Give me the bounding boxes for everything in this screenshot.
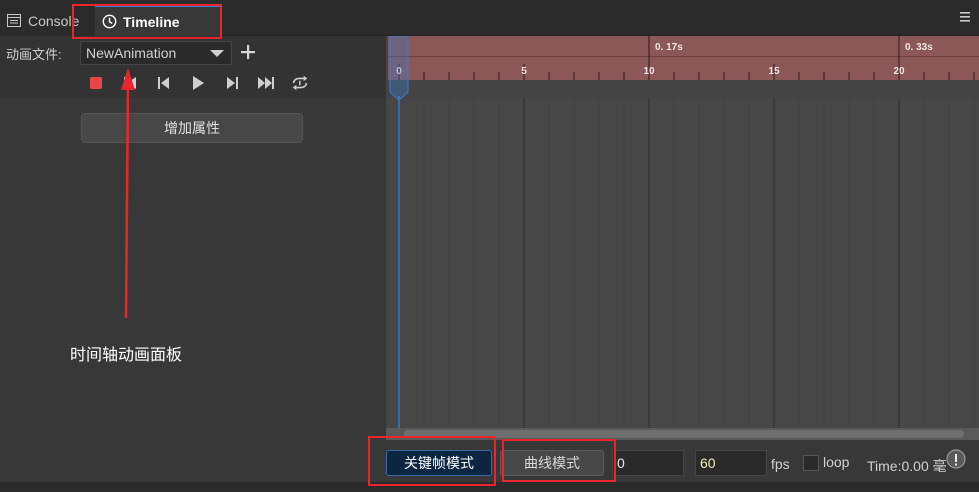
- annotation-label: 时间轴动画面板: [70, 347, 183, 364]
- loop-icon: [292, 75, 308, 91]
- add-animation-button[interactable]: [238, 42, 258, 62]
- record-button[interactable]: [86, 73, 106, 93]
- loop-label: loop: [823, 454, 850, 470]
- record-icon: [90, 77, 102, 89]
- previous-frame-button[interactable]: [154, 73, 174, 93]
- console-icon: [6, 13, 22, 29]
- animation-file-value: NewAnimation: [86, 45, 177, 61]
- animation-file-select[interactable]: NewAnimation: [80, 41, 232, 65]
- playhead-handle: [389, 36, 409, 101]
- next-frame-icon: [227, 77, 238, 89]
- animation-toolbar: 动画文件: NewAnimation: [0, 36, 386, 98]
- jump-to-start-icon: [124, 77, 136, 89]
- chevron-down-icon: [210, 50, 224, 57]
- highlight-box-curve-mode: [502, 439, 616, 482]
- highlight-box-timeline-tab: [72, 4, 222, 39]
- jump-to-end-button[interactable]: [256, 73, 276, 93]
- fps-label: fps: [771, 456, 790, 472]
- current-frame-input[interactable]: 0: [612, 450, 684, 476]
- previous-frame-icon: [158, 77, 169, 89]
- add-property-button[interactable]: 增加属性: [81, 113, 303, 143]
- playhead[interactable]: [386, 36, 979, 440]
- play-button[interactable]: [188, 73, 208, 93]
- fps-input[interactable]: 60: [695, 450, 767, 476]
- jump-to-start-button[interactable]: [120, 73, 140, 93]
- plus-icon: [241, 45, 255, 59]
- info-icon[interactable]: [945, 448, 967, 470]
- play-icon: [193, 76, 204, 90]
- property-panel: 动画文件: NewAnimation 增加属性 时间轴动画面板: [0, 36, 386, 482]
- jump-to-end-icon: [258, 77, 274, 89]
- playback-controls: [86, 72, 310, 94]
- animation-file-label: 动画文件:: [6, 47, 62, 62]
- hamburger-menu-icon[interactable]: [959, 10, 971, 24]
- time-readout: Time:0.00 毫: [867, 458, 947, 474]
- timeline-panel: 0. 17s0. 33s05101520 关键帧模式 曲线模式 0 60 fps…: [386, 36, 979, 482]
- loop-toggle-button[interactable]: [290, 73, 310, 93]
- highlight-box-keyframe-mode: [368, 436, 496, 486]
- next-frame-button[interactable]: [222, 73, 242, 93]
- loop-checkbox[interactable]: [803, 455, 819, 471]
